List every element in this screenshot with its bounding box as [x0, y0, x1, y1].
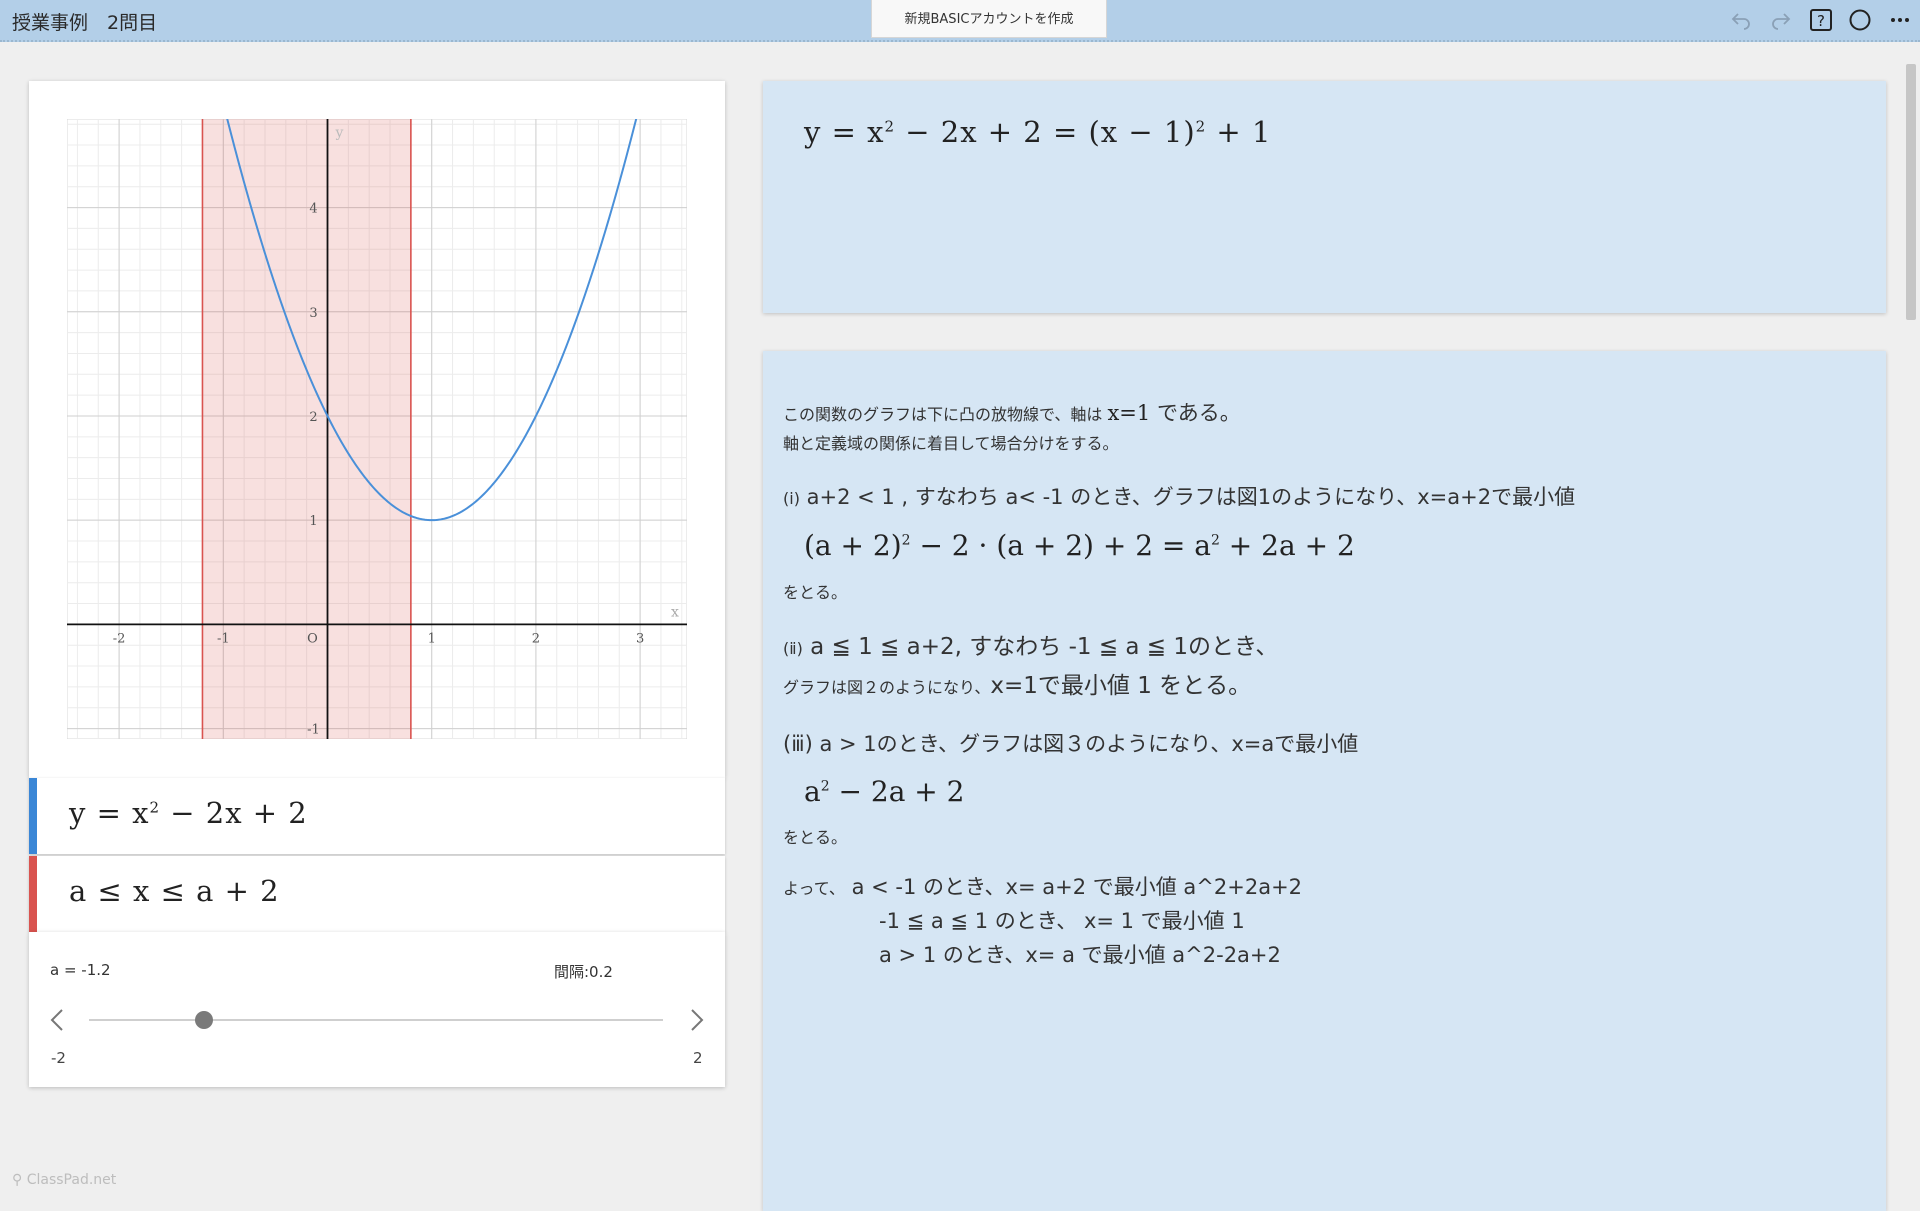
slider-card: a = -1.2 間隔:0.2 -2 2 — [29, 932, 725, 1087]
x-tick-label: 2 — [532, 631, 540, 646]
circle-icon[interactable] — [1845, 5, 1875, 35]
expression-row-function[interactable]: y = x2 − 2x + 2 — [29, 778, 725, 854]
help-icon[interactable]: ? — [1806, 5, 1836, 35]
expression-function[interactable]: y = x2 − 2x + 2 — [69, 796, 308, 830]
chevron-right-icon[interactable] — [681, 1005, 711, 1035]
case-1-end: をとる。 — [783, 583, 848, 602]
x-tick-label: O — [307, 631, 318, 646]
page-title: 授業事例 2問目 — [12, 12, 158, 34]
conclusion-line-1: よって、 a < -1 のとき、x= a+2 で最小値 a^2+2a+2 — [783, 875, 1303, 899]
slider-max-label: 2 — [693, 1049, 703, 1067]
vertex-form-equation: y = x2 − 2x + 2 = (x − 1)2 + 1 — [804, 115, 1272, 149]
y-tick-label: 1 — [309, 514, 317, 529]
redo-icon[interactable] — [1766, 5, 1796, 35]
function-graph[interactable]: -2 -1 O 1 2 3 -1 1 2 3 4 x y — [67, 119, 687, 739]
slider-thumb[interactable] — [194, 1011, 213, 1029]
case-3-text: (ⅲ) a > 1のとき、グラフは図３のようになり、x=aで最小値 — [783, 732, 1359, 756]
expression-domain[interactable]: a ≤ x ≤ a + 2 — [69, 874, 280, 908]
classpad-watermark: ⚲ ClassPad.net — [12, 1172, 117, 1188]
case-1-text: (ⅰ) a+2 < 1 , すなわち a< -1 のとき、グラフは図1のようにな… — [783, 485, 1576, 509]
case-2-result: グラフは図２のようになり、x=1で最小値 1 をとる。 — [783, 673, 1252, 699]
intro-line-2: 軸と定義域の関係に着目して場合分けをする。 — [783, 434, 1119, 453]
case-1-equation: (a + 2)2 − 2 · (a + 2) + 2 = a2 + 2a + 2 — [804, 529, 1355, 562]
slider-track[interactable] — [89, 1019, 663, 1021]
y-tick-label: -1 — [307, 723, 320, 738]
slider-value-label: a = -1.2 — [50, 961, 111, 979]
conclusion-line-2: -1 ≦ a ≦ 1 のとき、 x= 1 で最小値 1 — [879, 909, 1245, 933]
y-axis-label: y — [335, 125, 344, 141]
intro-line-1: この関数のグラフは下に凸の放物線で、軸は x=1 である。 — [783, 401, 1241, 425]
case-2-text: (ⅱ) a ≦ 1 ≦ a+2, すなわち -1 ≦ a ≦ 1のとき、 — [783, 634, 1279, 660]
x-tick-label: -2 — [113, 631, 126, 646]
scrollbar-thumb[interactable] — [1906, 64, 1916, 320]
conclusion-line-3: a > 1 のとき、x= a で最小値 a^2-2a+2 — [879, 943, 1281, 967]
slider-min-label: -2 — [51, 1049, 66, 1067]
expression-color-bar — [29, 856, 37, 932]
chevron-left-icon[interactable] — [43, 1005, 73, 1035]
case-3-end: をとる。 — [783, 828, 848, 847]
y-tick-label: 3 — [309, 306, 317, 321]
x-tick-label: -1 — [217, 631, 230, 646]
undo-icon[interactable] — [1726, 5, 1756, 35]
note-card-explanation[interactable]: この関数のグラフは下に凸の放物線で、軸は x=1 である。 軸と定義域の関係に着… — [763, 351, 1886, 1211]
y-tick-label: 4 — [309, 202, 317, 217]
graph-card: -2 -1 O 1 2 3 -1 1 2 3 4 x y — [29, 81, 725, 778]
x-tick-label: 3 — [636, 631, 644, 646]
y-tick-label: 2 — [309, 410, 317, 425]
expression-color-bar — [29, 778, 37, 854]
x-tick-label: 1 — [428, 631, 436, 646]
more-icon[interactable] — [1885, 5, 1915, 35]
expression-row-domain[interactable]: a ≤ x ≤ a + 2 — [29, 856, 725, 932]
x-axis-label: x — [671, 604, 679, 620]
case-3-equation: a2 − 2a + 2 — [804, 775, 965, 808]
note-card-equation[interactable]: y = x2 − 2x + 2 = (x − 1)2 + 1 — [763, 81, 1886, 313]
slider-step-label[interactable]: 間隔:0.2 — [554, 961, 613, 982]
svg-text:?: ? — [1817, 12, 1825, 30]
top-bar: 授業事例 2問目 新規BASICアカウントを作成 ? — [0, 0, 1920, 42]
create-account-button[interactable]: 新規BASICアカウントを作成 — [871, 0, 1107, 38]
